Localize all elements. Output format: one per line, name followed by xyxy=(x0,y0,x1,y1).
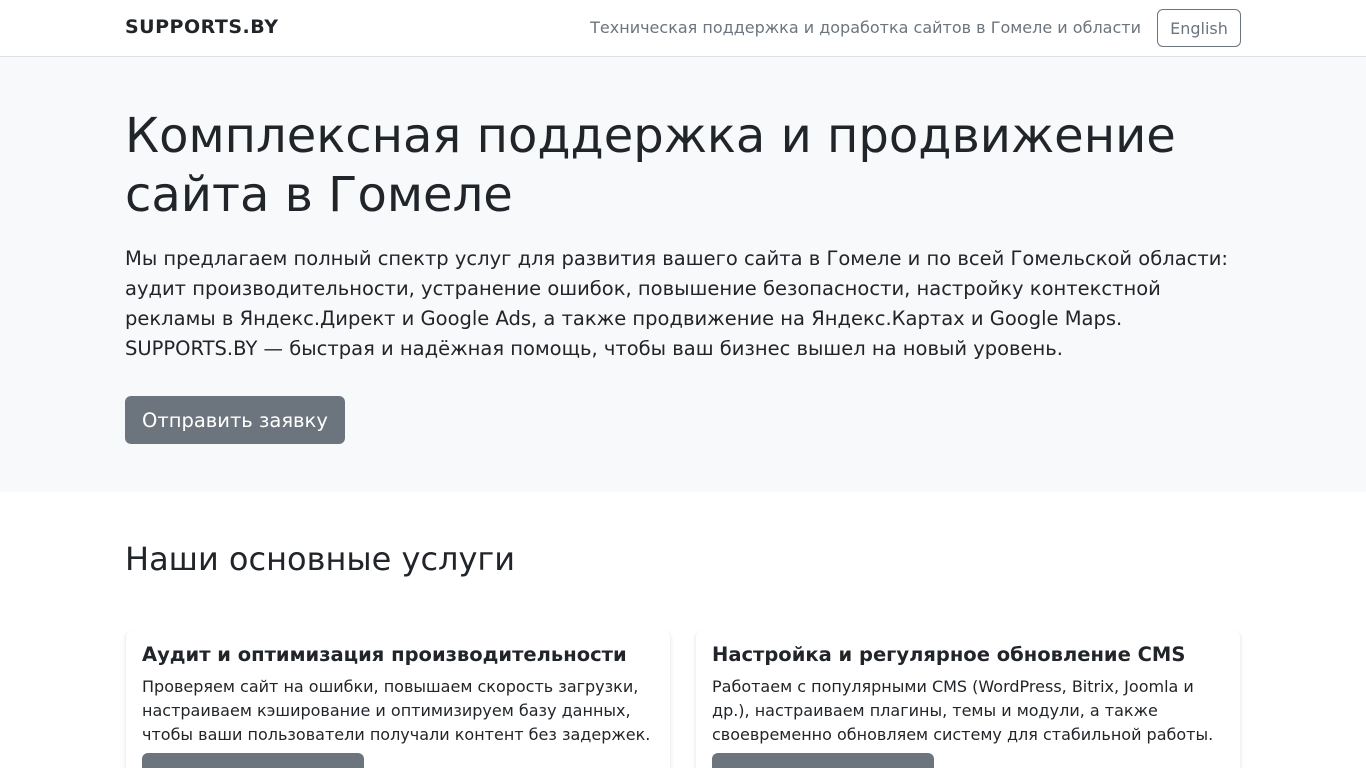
navbar-tagline: Техническая поддержка и доработка сайтов… xyxy=(590,18,1141,37)
service-card-audit: Аудит и оптимизация производительности П… xyxy=(125,631,671,768)
top-navbar: SUPPORTS.BY Техническая поддержка и дора… xyxy=(0,0,1366,57)
service-card-button[interactable] xyxy=(142,753,364,768)
service-card-title: Настройка и регулярное обновление CMS xyxy=(712,643,1186,666)
service-card-title: Аудит и оптимизация производительности xyxy=(142,643,627,666)
service-card-text: Проверяем сайт на ошибки, повышаем скоро… xyxy=(142,677,651,744)
services-section: Наши основные услуги Аудит и оптимизация… xyxy=(0,492,1366,768)
services-title: Наши основные услуги xyxy=(125,540,516,578)
service-card-cms: Настройка и регулярное обновление CMS Ра… xyxy=(695,631,1241,768)
service-card-text: Работаем с популярными CMS (WordPress, B… xyxy=(712,677,1214,744)
hero-section: Комплексная поддержка и продвижение сайт… xyxy=(0,57,1366,492)
hero-title: Комплексная поддержка и продвижение сайт… xyxy=(125,108,1176,223)
language-switch-button[interactable]: English xyxy=(1157,9,1241,47)
hero-lead-text: Мы предлагаем полный спектр услуг для ра… xyxy=(125,247,1228,360)
brand-logo-link[interactable]: SUPPORTS.BY xyxy=(125,16,278,38)
submit-request-button[interactable]: Отправить заявку xyxy=(125,396,345,444)
service-card-button[interactable] xyxy=(712,753,934,768)
